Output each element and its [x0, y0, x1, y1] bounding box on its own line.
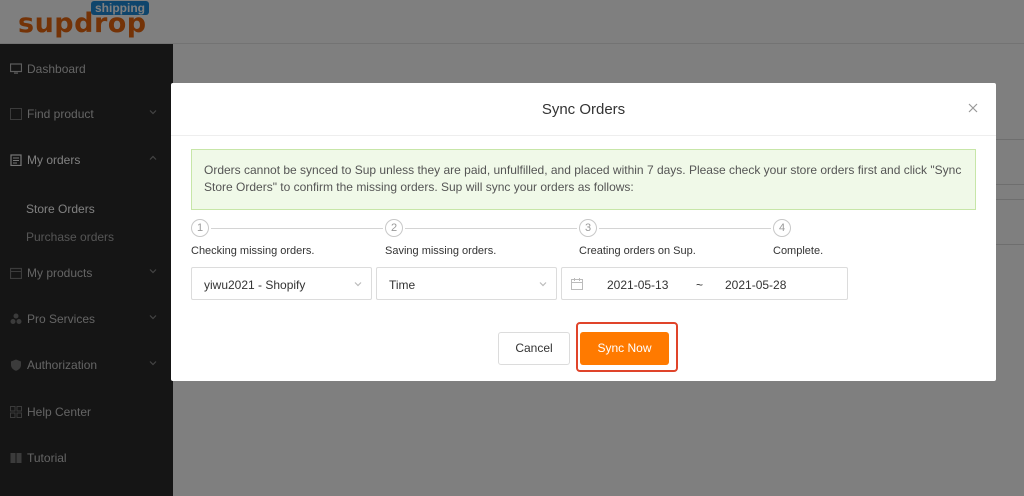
sync-orders-modal: Sync Orders Orders cannot be synced to S… — [171, 83, 996, 381]
modal-title: Sync Orders — [541, 101, 626, 118]
chevron-down-icon — [539, 282, 547, 287]
store-select-value: yiwu2021 - Shopify — [204, 278, 306, 292]
sync-now-button[interactable]: Sync Now — [580, 332, 669, 365]
time-select[interactable]: Time — [376, 267, 557, 300]
step-number: 4 — [773, 219, 791, 237]
step-label: Complete. — [773, 245, 824, 257]
store-select[interactable]: yiwu2021 - Shopify — [191, 267, 372, 300]
step-number: 1 — [191, 219, 209, 237]
step-connector — [599, 228, 771, 229]
step-connector — [211, 228, 383, 229]
sync-notice: Orders cannot be synced to Sup unless th… — [191, 149, 976, 210]
step-number: 3 — [579, 219, 597, 237]
step-label: Checking missing orders. — [191, 245, 315, 257]
date-range-picker[interactable]: 2021-05-13 ~ 2021-05-28 — [561, 267, 848, 300]
calendar-icon — [571, 278, 583, 290]
step-label: Saving missing orders. — [385, 245, 497, 257]
step-connector — [405, 228, 577, 229]
cancel-button[interactable]: Cancel — [498, 332, 570, 365]
time-select-value: Time — [389, 278, 416, 292]
step-label: Creating orders on Sup. — [579, 245, 696, 257]
step-number: 2 — [385, 219, 403, 237]
modal-divider — [171, 135, 996, 136]
date-separator: ~ — [696, 278, 704, 292]
close-icon[interactable] — [966, 102, 980, 116]
start-date[interactable]: 2021-05-13 — [607, 278, 668, 292]
sync-steps: 1 Checking missing orders. 2 Saving miss… — [191, 218, 976, 258]
end-date[interactable]: 2021-05-28 — [725, 278, 786, 292]
chevron-down-icon — [354, 282, 362, 287]
